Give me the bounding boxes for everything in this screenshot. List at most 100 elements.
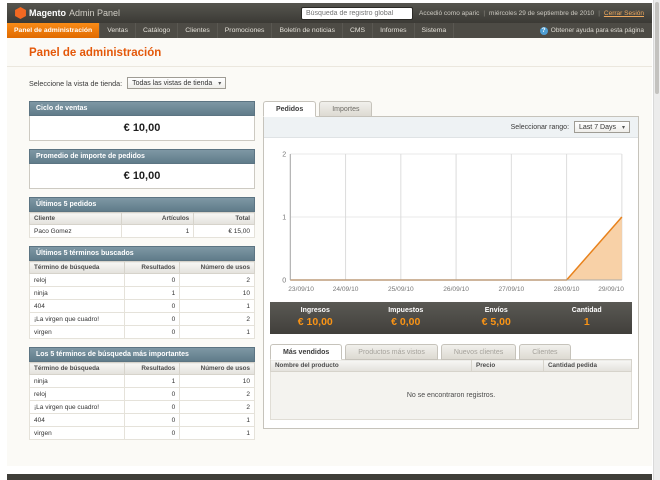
totals-bar: Ingresos € 10,00 Impuestos € 0,00 Envíos…: [270, 302, 632, 334]
last-search-terms-header: Últimos 5 términos buscados: [29, 246, 255, 261]
table-row[interactable]: ninja 1 10: [28, 286, 255, 300]
table-row[interactable]: ninja 1 10: [28, 374, 255, 388]
left-column: Ciclo de ventas € 10,00 Promedio de impo…: [28, 101, 255, 440]
magento-logo-icon: [15, 7, 26, 19]
tab-productos-mas-vistos[interactable]: Productos más vistos: [345, 344, 438, 360]
logo-suffix-text: Admin Panel: [69, 8, 121, 18]
table-row[interactable]: reloj 0 2: [28, 273, 255, 287]
logout-link[interactable]: Cerrar Sesión: [604, 10, 644, 17]
cell: ninja: [28, 286, 126, 300]
cell: 2: [179, 312, 255, 326]
column-header: Número de usos: [179, 362, 255, 375]
store-view-select[interactable]: Todas las vistas de tienda ▾: [127, 77, 227, 89]
tab-mas-vendidos[interactable]: Más vendidos: [270, 344, 343, 360]
dashboard-columns: Ciclo de ventas € 10,00 Promedio de impo…: [7, 93, 652, 440]
chart-area: 0 1 2 23/09/10 24/09/10 25/09/10 26/09/10 27/09…: [264, 138, 638, 298]
column-header: Resultados: [124, 362, 181, 375]
table-row[interactable]: reloj 0 2: [28, 387, 255, 401]
cell: 0: [124, 325, 181, 339]
top-search-terms-header: Los 5 términos de búsqueda más important…: [29, 347, 255, 362]
table-row[interactable]: 404 0 1: [28, 299, 255, 313]
table-header-row: Término de búsqueda Resultados Número de…: [28, 362, 255, 375]
cell: 10: [179, 286, 255, 300]
table-row[interactable]: ¡La virgen que cuadro! 0 2: [28, 312, 255, 326]
cell: reloj: [28, 387, 126, 401]
table-row[interactable]: virgen 0 1: [28, 426, 255, 440]
scrollbar-thumb[interactable]: [655, 2, 659, 94]
nav-item-informes[interactable]: Informes: [373, 23, 415, 38]
range-value: Last 7 Days: [579, 123, 616, 131]
cell: virgen: [28, 325, 126, 339]
cell: 0: [124, 413, 181, 427]
stat-label: Envíos: [484, 307, 508, 314]
global-search-input[interactable]: [300, 6, 413, 20]
table-row[interactable]: ¡La virgen que cuadro! 0 2: [28, 400, 255, 414]
nav-item-dashboard[interactable]: Panel de administración: [7, 23, 101, 38]
table-row[interactable]: 404 0 1: [28, 413, 255, 427]
lifetime-sales-value: € 10,00: [29, 116, 255, 141]
tab-importes[interactable]: Importes: [319, 101, 373, 117]
column-header: Resultados: [124, 261, 181, 274]
cell: 2: [179, 273, 255, 287]
cell: Paco Gomez: [28, 224, 123, 238]
column-header: Total: [193, 212, 255, 225]
cell: 0: [124, 400, 181, 414]
stat-label: Ingresos: [300, 307, 330, 314]
cell: ¡La virgen que cuadro!: [28, 312, 126, 326]
empty-records-message: No se encontraron registros.: [270, 371, 632, 420]
column-header: Cantidad pedida: [543, 359, 632, 372]
top-search-terms-block: Los 5 términos de búsqueda más important…: [28, 347, 255, 440]
table-header-row: Término de búsqueda Resultados Número de…: [28, 261, 255, 274]
chevron-down-icon: ▾: [621, 124, 625, 131]
user-info-area: Accedió como aparic | miércoles 29 de se…: [419, 10, 644, 17]
svg-text:26/09/10: 26/09/10: [443, 286, 469, 293]
column-header: Artículos: [121, 212, 195, 225]
svg-text:0: 0: [282, 278, 286, 285]
cell: 0: [124, 312, 181, 326]
right-column: Pedidos Importes Seleccionar rango: Last…: [263, 101, 639, 429]
empty-row: No se encontraron registros.: [270, 371, 632, 420]
average-orders-block: Promedio de importe de pedidos € 10,00: [29, 149, 255, 189]
cell: ninja: [28, 374, 126, 388]
browser-scrollbar[interactable]: [653, 0, 660, 480]
cell: ¡La virgen que cuadro!: [28, 400, 126, 414]
nav-item-cms[interactable]: CMS: [343, 23, 374, 38]
tab-clientes[interactable]: Clientes: [519, 344, 571, 360]
last-orders-table: Cliente Artículos Total Paco Gomez 1 € 1…: [28, 212, 255, 238]
svg-text:27/09/10: 27/09/10: [498, 286, 524, 293]
svg-text:24/09/10: 24/09/10: [333, 286, 359, 293]
nav-item-catalogo[interactable]: Catálogo: [136, 23, 179, 38]
range-label: Seleccionar rango:: [510, 123, 570, 131]
nav-item-boletin[interactable]: Boletín de noticias: [272, 23, 343, 38]
svg-text:25/09/10: 25/09/10: [388, 286, 414, 293]
cell: € 15,00: [193, 224, 255, 238]
cell: 1: [124, 374, 181, 388]
table-row[interactable]: virgen 0 1: [28, 325, 255, 339]
table-row[interactable]: Paco Gomez 1 € 15,00: [28, 224, 255, 238]
help-label: Obtener ayuda para esta página: [550, 27, 644, 34]
cell: 2: [179, 400, 255, 414]
nav-item-sistema[interactable]: Sistema: [415, 23, 455, 38]
bestsellers-table: Nombre del producto Precio Cantidad pedi…: [270, 359, 632, 420]
column-header: Término de búsqueda: [28, 362, 126, 375]
help-link[interactable]: ? Obtener ayuda para esta página: [532, 23, 652, 38]
cell: 1: [179, 426, 255, 440]
svg-text:23/09/10: 23/09/10: [288, 286, 314, 293]
tab-nuevos-clientes[interactable]: Nuevos clientes: [440, 344, 517, 360]
last-search-terms-block: Últimos 5 términos buscados Término de b…: [28, 246, 255, 339]
chevron-down-icon: ▾: [218, 80, 222, 87]
stat-value: € 0,00: [391, 316, 421, 328]
nav-item-promociones[interactable]: Promociones: [218, 23, 273, 38]
last-search-terms-table: Término de búsqueda Resultados Número de…: [28, 261, 255, 339]
column-header: Precio: [471, 359, 544, 372]
stat-value: € 5,00: [481, 316, 511, 328]
page-title: Panel de administración: [29, 47, 162, 59]
cell: 2: [179, 387, 255, 401]
nav-item-ventas[interactable]: Ventas: [100, 23, 136, 38]
nav-item-clientes[interactable]: Clientes: [178, 23, 218, 38]
dashboard-panel: Seleccionar rango: Last 7 Days ▾ 0 1 2 23/0…: [263, 116, 639, 429]
range-select[interactable]: Last 7 Days ▾: [574, 121, 630, 133]
svg-text:29/09/10: 29/09/10: [598, 286, 624, 293]
column-header: Nombre del producto: [270, 359, 472, 372]
tab-pedidos[interactable]: Pedidos: [263, 101, 317, 117]
